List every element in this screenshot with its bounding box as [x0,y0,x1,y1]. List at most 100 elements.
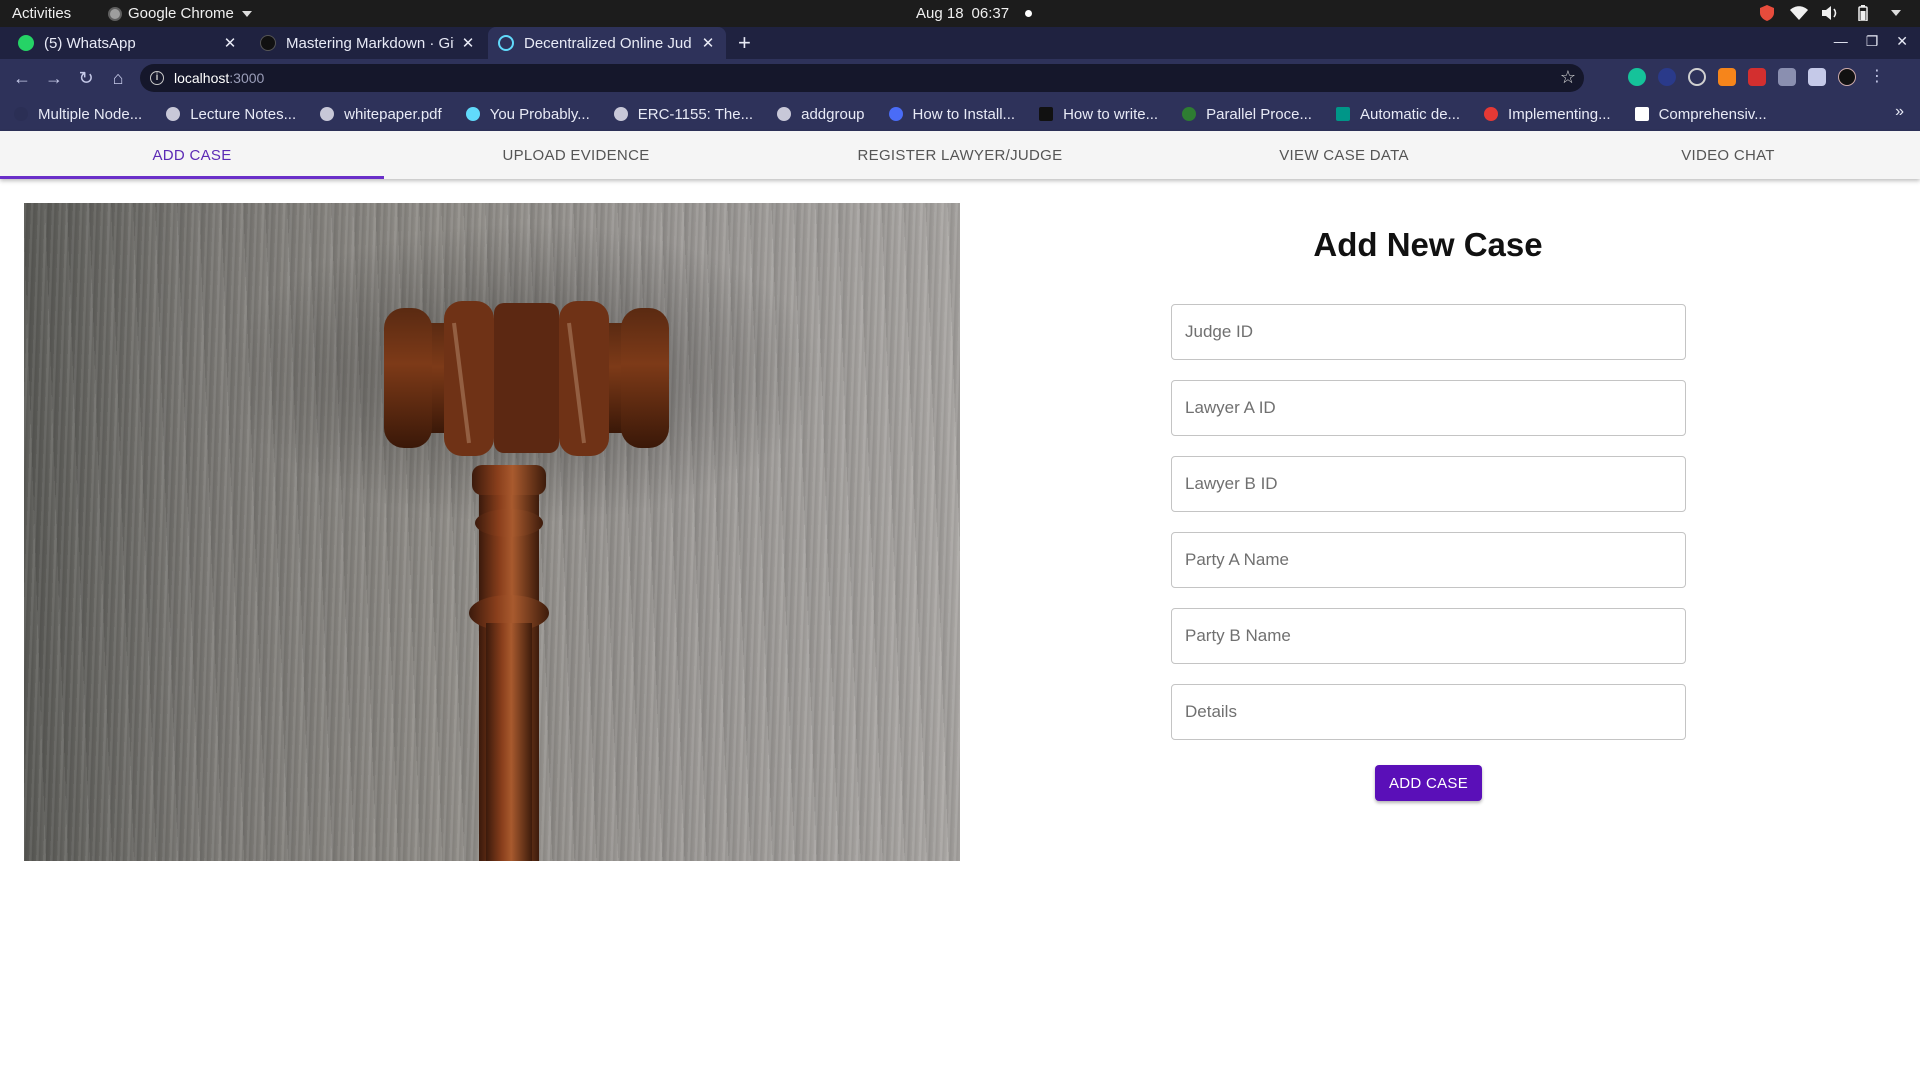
google-cloud-icon [1484,107,1499,121]
more-menu-icon[interactable]: ⋮ [1868,68,1886,86]
site-info-icon[interactable]: i [150,71,164,85]
bookmark-favicon-icon [1039,107,1054,121]
close-tab-icon[interactable]: ✕ [700,34,716,52]
medium-icon [1634,107,1649,121]
system-tray[interactable] [1758,4,1904,22]
party-b-name-field[interactable] [1171,608,1686,664]
details-field[interactable] [1171,684,1686,740]
new-tab-button[interactable]: + [738,31,751,55]
browser-tab[interactable]: (5) WhatsApp ✕ [8,27,248,59]
party-a-name-input[interactable] [1172,533,1685,587]
bookmark-item[interactable]: whitepaper.pdf [320,106,442,123]
notification-dot-icon [1025,10,1033,17]
globe-icon [777,107,792,121]
bookmark-item[interactable]: ERC-1155: The... [613,106,753,123]
tab-register-lawyer-judge[interactable]: REGISTER LAWYER/JUDGE [768,131,1152,179]
minimize-icon[interactable]: — [1834,33,1848,50]
lawyer-b-id-input[interactable] [1172,457,1685,511]
bookmark-item[interactable]: How to Install... [888,106,1015,123]
window-controls: — ❐ ✕ [1834,33,1908,50]
restore-icon[interactable]: ❐ [1866,33,1879,50]
judge-id-input[interactable] [1172,305,1685,359]
bookmark-star-icon[interactable]: ☆ [1560,67,1576,88]
lawyer-a-id-field[interactable] [1171,380,1686,436]
react-icon [465,107,480,121]
clock[interactable]: Aug 18 06:37 [916,5,1033,22]
globe-icon [613,107,628,121]
clock-date: Aug 18 [916,5,964,22]
reload-icon[interactable]: ↻ [74,66,98,90]
judge-id-field[interactable] [1171,304,1686,360]
activities-button[interactable]: Activities [12,5,71,22]
bookmark-favicon-icon [888,107,903,121]
bookmark-item[interactable]: You Probably... [465,106,590,123]
bookmarks-bar: Multiple Node... Lecture Notes... whitep… [0,97,1920,131]
details-input[interactable] [1172,685,1685,739]
tab-video-chat[interactable]: VIDEO CHAT [1536,131,1920,179]
bookmark-item[interactable]: Comprehensiv... [1634,106,1767,123]
bookmark-item[interactable]: Lecture Notes... [166,106,296,123]
extensions-area: ⋮ [1628,68,1886,86]
bookmark-favicon-icon [1182,107,1197,121]
browser-tab-title: Decentralized Online Jud [524,34,692,52]
grammarly-icon[interactable] [1628,68,1646,86]
extension-icon[interactable] [1778,68,1796,86]
profile-avatar[interactable] [1838,68,1856,86]
power-menu-caret-icon [1886,4,1904,22]
close-tab-icon[interactable]: ✕ [222,34,238,52]
react-icon [498,35,514,51]
whatsapp-icon [18,35,34,51]
bookmark-item[interactable]: addgroup [777,106,865,123]
app-name: Google Chrome [128,5,234,22]
close-window-icon[interactable]: ✕ [1896,33,1908,50]
bookmark-item[interactable]: Parallel Proce... [1182,106,1312,123]
browser-tab[interactable]: Mastering Markdown · Git ✕ [250,27,486,59]
extension-icon[interactable] [1748,68,1766,86]
add-case-button[interactable]: ADD CASE [1375,765,1482,801]
bookmark-item[interactable]: How to write... [1039,106,1158,123]
app-menu[interactable]: Google Chrome [108,5,252,22]
browser-tab-title: (5) WhatsApp [44,34,136,52]
battery-icon [1854,4,1872,22]
gavel-illustration [224,223,824,861]
globe-icon [320,107,335,121]
browser-tab-active[interactable]: Decentralized Online Jud ✕ [488,27,726,59]
browser-toolbar: ← → ↻ ⌂ i localhost:3000 ☆ ⋮ [0,59,1920,97]
shield-icon [1758,4,1776,22]
target-icon[interactable] [1688,68,1706,86]
metamask-icon[interactable] [1718,68,1736,86]
chrome-icon [108,6,122,21]
wifi-icon [1790,4,1808,22]
forward-arrow-icon[interactable]: → [42,66,66,90]
lawyer-b-id-field[interactable] [1171,456,1686,512]
system-top-bar: Activities Google Chrome Aug 18 06:37 [0,0,1920,27]
url-text[interactable]: localhost:3000 [174,70,264,86]
bookmark-item[interactable]: Automatic de... [1335,106,1460,123]
bookmark-item[interactable]: Implementing... [1484,106,1611,123]
home-icon[interactable]: ⌂ [106,66,130,90]
party-a-name-field[interactable] [1171,532,1686,588]
bookmarks-overflow-icon[interactable]: » [1895,103,1904,121]
tab-upload-evidence[interactable]: UPLOAD EVIDENCE [384,131,768,179]
back-arrow-icon[interactable]: ← [10,66,34,90]
globe-icon [166,107,181,121]
bookmark-favicon-icon [1335,107,1350,121]
github-icon [260,35,276,51]
party-b-name-input[interactable] [1172,609,1685,663]
lawyer-a-id-input[interactable] [1172,381,1685,435]
caret-down-icon [241,10,252,17]
browser-tab-title: Mastering Markdown · Git [286,34,454,52]
page-title: Add New Case [1313,226,1543,263]
puzzle-icon[interactable] [1808,68,1826,86]
close-tab-icon[interactable]: ✕ [460,34,476,52]
browser-tab-strip: (5) WhatsApp ✕ Mastering Markdown · Git … [0,27,1920,59]
gavel-image [24,203,960,861]
clock-time: 06:37 [971,5,1010,22]
extension-icon[interactable] [1658,68,1676,86]
tab-add-case[interactable]: ADD CASE [0,131,384,179]
bookmark-favicon-icon [14,107,28,121]
tab-view-case-data[interactable]: VIEW CASE DATA [1152,131,1536,179]
app-nav-tabs: ADD CASE UPLOAD EVIDENCE REGISTER LAWYER… [0,131,1920,179]
address-bar[interactable]: i localhost:3000 ☆ [140,64,1584,92]
bookmark-item[interactable]: Multiple Node... [14,106,142,123]
